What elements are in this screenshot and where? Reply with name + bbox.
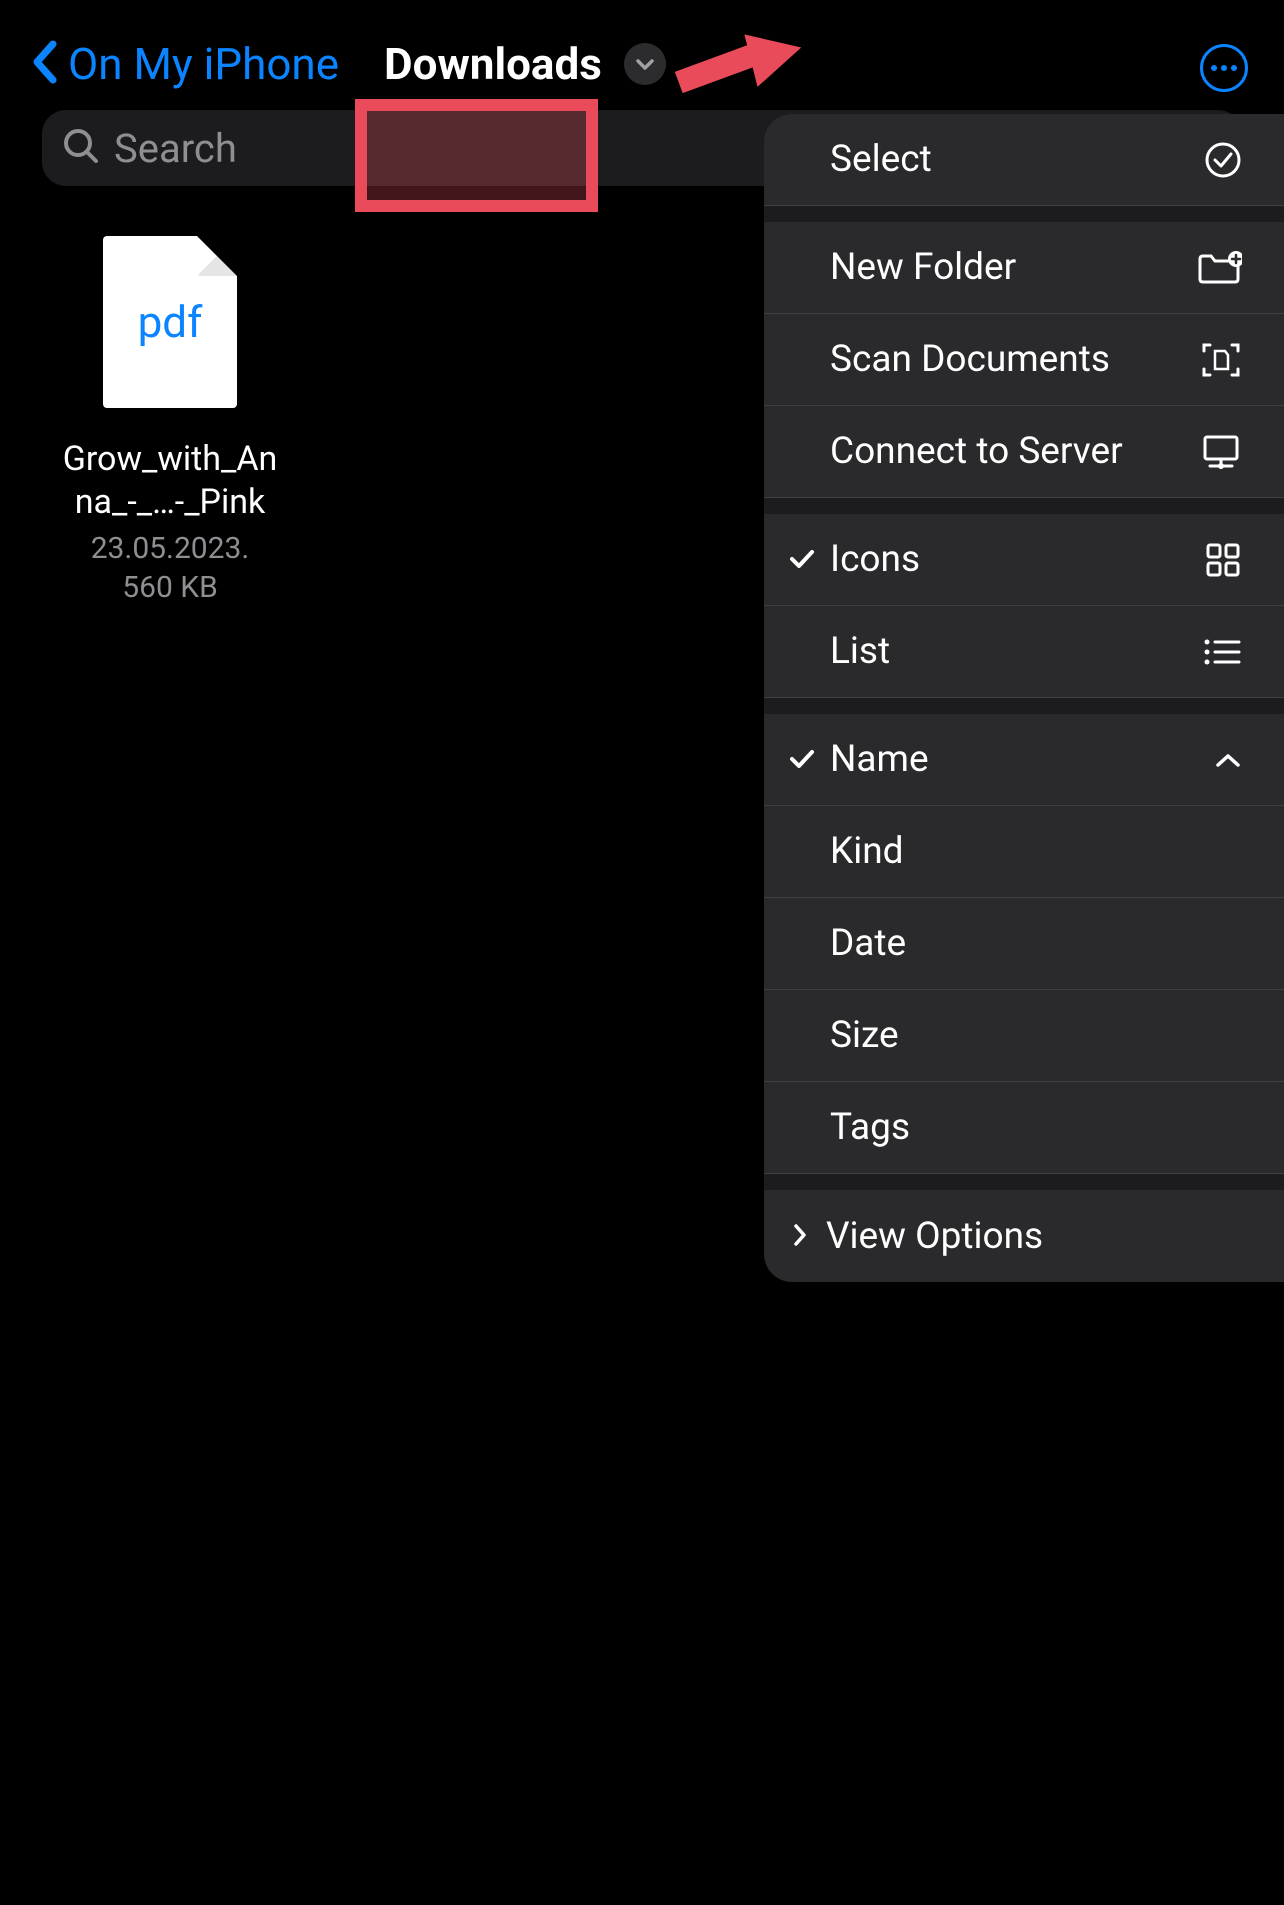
new-folder-icon — [1196, 249, 1242, 287]
menu-label: Connect to Server — [830, 430, 1123, 473]
scan-icon — [1200, 339, 1242, 381]
context-menu: Select New Folder Scan Documents — [764, 114, 1284, 1282]
menu-item-view-options[interactable]: View Options — [764, 1190, 1284, 1282]
checkmark-icon — [788, 538, 816, 581]
chevron-up-icon — [1214, 751, 1242, 769]
menu-item-sort-tags[interactable]: Tags — [764, 1082, 1284, 1174]
page-title: Downloads — [384, 38, 602, 90]
menu-separator — [764, 1174, 1284, 1190]
file-item[interactable]: pdf Grow_with_Anna_-_…-_Pink 23.05.2023.… — [60, 236, 280, 605]
menu-label: Name — [830, 738, 929, 781]
menu-item-sort-size[interactable]: Size — [764, 990, 1284, 1082]
menu-item-sort-name[interactable]: Name — [764, 714, 1284, 806]
search-placeholder: Search — [114, 125, 237, 172]
menu-label: View Options — [826, 1215, 1043, 1258]
back-label[interactable]: On My iPhone — [68, 38, 339, 90]
menu-item-list-view[interactable]: List — [764, 606, 1284, 698]
title-chevron-icon[interactable] — [624, 43, 666, 85]
menu-item-connect-server[interactable]: Connect to Server — [764, 406, 1284, 498]
menu-label: New Folder — [830, 246, 1016, 289]
menu-item-sort-kind[interactable]: Kind — [764, 806, 1284, 898]
menu-label: Select — [830, 138, 932, 181]
search-icon — [62, 127, 100, 169]
menu-item-new-folder[interactable]: New Folder — [764, 222, 1284, 314]
back-chevron-icon[interactable] — [30, 39, 58, 89]
menu-item-icons-view[interactable]: Icons — [764, 514, 1284, 606]
menu-item-scan-documents[interactable]: Scan Documents — [764, 314, 1284, 406]
server-icon — [1200, 432, 1242, 472]
list-icon — [1202, 637, 1242, 667]
menu-separator — [764, 698, 1284, 714]
menu-item-select[interactable]: Select — [764, 114, 1284, 206]
menu-separator — [764, 206, 1284, 222]
menu-label: Scan Documents — [830, 338, 1110, 381]
menu-label: Size — [830, 1014, 899, 1057]
navigation-bar: On My iPhone Downloads — [0, 0, 1284, 110]
menu-item-sort-date[interactable]: Date — [764, 898, 1284, 990]
menu-label: Tags — [830, 1106, 910, 1149]
file-date: 23.05.2023. — [91, 531, 250, 566]
menu-label: Icons — [830, 538, 920, 581]
grid-icon — [1204, 541, 1242, 579]
ellipsis-icon — [1211, 65, 1217, 71]
more-button[interactable] — [1200, 44, 1248, 92]
chevron-right-icon — [792, 1215, 808, 1258]
menu-label: Kind — [830, 830, 904, 873]
file-name: Grow_with_Anna_-_…-_Pink — [60, 438, 280, 523]
file-extension-label: pdf — [138, 296, 203, 348]
file-size: 560 KB — [122, 570, 218, 605]
checkmark-circle-icon — [1204, 141, 1242, 179]
checkmark-icon — [788, 738, 816, 781]
menu-label: List — [830, 630, 890, 673]
menu-separator — [764, 498, 1284, 514]
menu-label: Date — [830, 922, 906, 965]
file-pdf-icon: pdf — [103, 236, 237, 408]
